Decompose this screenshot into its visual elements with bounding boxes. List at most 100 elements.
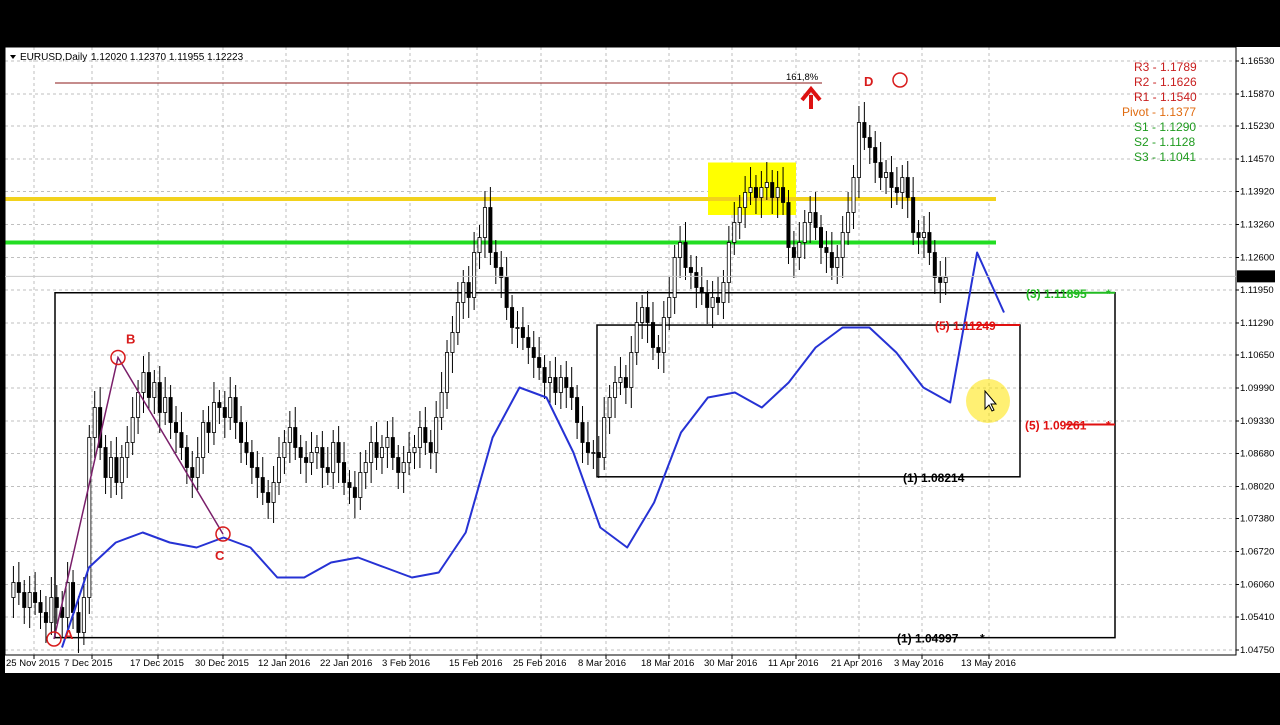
- candle-bull: [482, 207, 487, 238]
- candle-bear: [374, 442, 379, 458]
- candle-bear: [564, 377, 569, 388]
- candle-bear: [542, 367, 547, 383]
- candle-bear: [862, 122, 867, 138]
- candle-bull: [640, 307, 645, 323]
- y-tick-label: 1.08680: [1240, 449, 1274, 460]
- candle-bull: [759, 187, 764, 198]
- x-tick-label: 30 Dec 2015: [195, 658, 249, 669]
- candle-bull: [797, 242, 802, 258]
- candle-bull: [721, 282, 726, 303]
- level-5a-label: (5) 1.11249: [935, 319, 996, 333]
- candle-bear: [938, 277, 943, 283]
- candle-bear: [716, 297, 721, 303]
- candle-bear: [753, 187, 758, 198]
- price-chart[interactable]: 161,8% A B C D (3) 1.11895 * (5) 1.11249 (5) 1…: [0, 0, 1280, 720]
- candle-bear: [233, 397, 238, 423]
- candle-bull: [851, 177, 856, 213]
- candle-bull: [130, 417, 135, 443]
- candle-bull: [417, 427, 422, 448]
- pivot-s1: S1 - 1.1290: [1134, 120, 1196, 134]
- candle-bull: [379, 447, 384, 458]
- candle-bear: [791, 247, 796, 258]
- candle-bear: [249, 452, 254, 468]
- candle-bull: [201, 422, 206, 458]
- candle-bear: [683, 242, 688, 268]
- level-3-star: *: [1106, 287, 1111, 301]
- current-price-label: 1.12223: [1239, 271, 1273, 282]
- candle-bear: [298, 447, 303, 458]
- candle-bear: [867, 137, 872, 148]
- candle-bull: [136, 392, 141, 418]
- candle-bull: [667, 297, 672, 318]
- candle-bull: [856, 122, 861, 178]
- candle-bear: [927, 232, 932, 253]
- candle-bull: [943, 277, 948, 283]
- candle-bear: [531, 347, 536, 358]
- candle-bull: [385, 437, 390, 448]
- candle-bear: [493, 252, 498, 268]
- y-tick-label: 1.15870: [1240, 89, 1274, 100]
- candle-bear: [488, 207, 493, 253]
- candle-bear: [466, 282, 471, 298]
- candle-bear: [255, 467, 260, 478]
- pivot-r1: R1 - 1.1540: [1134, 90, 1197, 104]
- candle-bear: [390, 437, 395, 458]
- x-tick-label: 13 May 2016: [961, 658, 1016, 669]
- candle-bull: [363, 462, 368, 473]
- candle-bull: [840, 232, 845, 258]
- candle-bear: [396, 457, 401, 473]
- candle-bear: [206, 422, 211, 433]
- candle-bear: [320, 447, 325, 468]
- x-tick-label: 21 Apr 2016: [831, 658, 882, 669]
- candle-bear: [699, 287, 704, 293]
- candle-bear: [688, 267, 693, 273]
- pivot-pp: Pivot - 1.1377: [1122, 105, 1196, 119]
- candle-bear: [819, 227, 824, 248]
- candle-bull: [309, 452, 314, 463]
- pattern-label-d: D: [864, 74, 873, 89]
- candle-bull: [884, 172, 889, 178]
- candle-bear: [76, 612, 81, 633]
- y-tick-label: 1.09990: [1240, 383, 1274, 394]
- candle-bull: [27, 592, 32, 608]
- candle-bear: [174, 422, 179, 433]
- candle-bear: [905, 177, 910, 198]
- candle-bear: [146, 372, 151, 398]
- candle-bear: [71, 582, 76, 613]
- candle-bear: [526, 337, 531, 348]
- mouse-cursor-icon: [966, 379, 1010, 423]
- candle-bull: [282, 442, 287, 458]
- candle-bull: [732, 222, 737, 243]
- x-tick-label: 15 Feb 2016: [449, 658, 502, 669]
- candle-bear: [38, 602, 43, 613]
- level-1a-label: (1) 1.08214: [903, 471, 965, 485]
- level-1b-label: (1) 1.04997: [897, 632, 959, 646]
- candle-bull: [11, 582, 16, 598]
- candle-bull: [87, 437, 92, 598]
- pivot-s3: S3 - 1.1041: [1134, 150, 1196, 164]
- candle-bear: [645, 307, 650, 323]
- pattern-label-b: B: [126, 332, 135, 347]
- y-tick-label: 1.06720: [1240, 547, 1274, 558]
- candle-bull: [477, 237, 482, 253]
- candle-bull: [163, 397, 168, 413]
- pattern-label-a: A: [64, 627, 74, 642]
- candle-bull: [445, 352, 450, 393]
- candle-bear: [342, 462, 347, 483]
- candle-bear: [43, 612, 48, 623]
- candle-bull: [672, 257, 677, 298]
- candle-bull: [846, 212, 851, 233]
- candle-bear: [932, 252, 937, 278]
- x-tick-label: 3 Feb 2016: [382, 658, 430, 669]
- candle-bear: [520, 327, 525, 338]
- candle-bear: [179, 432, 184, 448]
- candle-bull: [607, 397, 612, 418]
- pivot-r3: R3 - 1.1789: [1134, 60, 1197, 74]
- candle-bear: [16, 582, 21, 593]
- candle-bear: [293, 427, 298, 448]
- y-tick-label: 1.16530: [1240, 56, 1274, 67]
- chart-background: [5, 47, 1280, 673]
- y-tick-label: 1.10650: [1240, 350, 1274, 361]
- candle-bear: [894, 187, 899, 193]
- candle-bear: [585, 442, 590, 453]
